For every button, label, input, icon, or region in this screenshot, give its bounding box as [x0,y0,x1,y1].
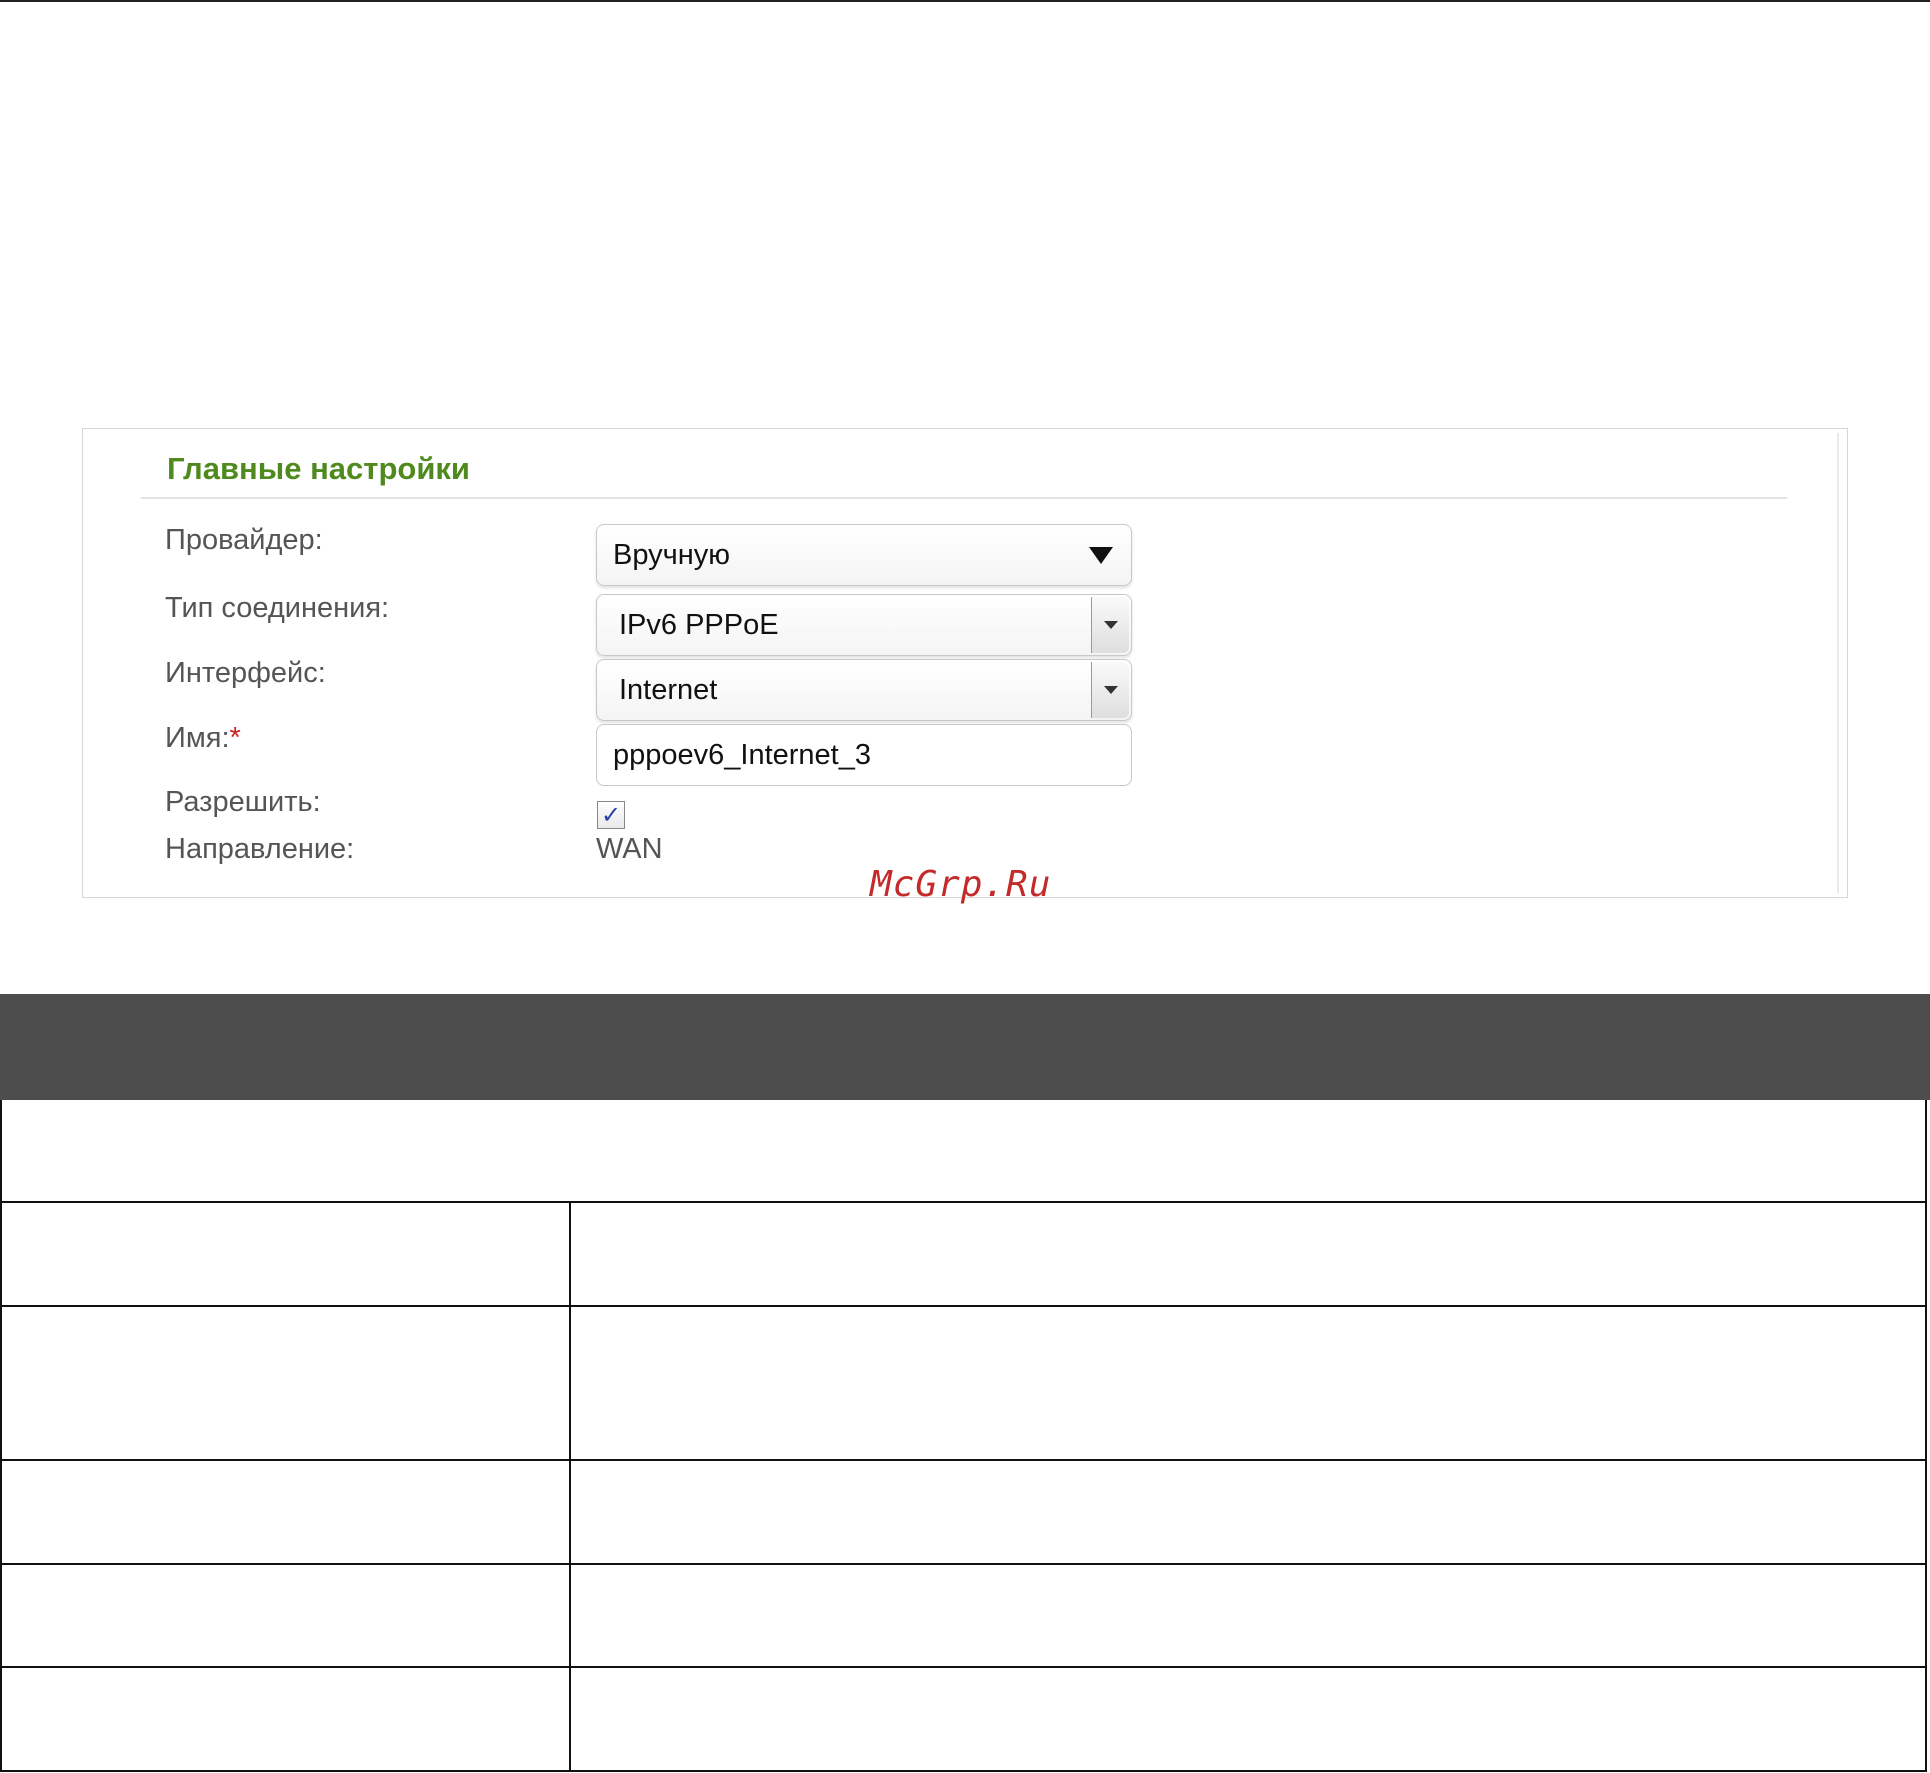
enable-checkbox[interactable]: ✓ [597,801,625,829]
table-header [0,994,1930,1100]
connection-type-select[interactable]: IPv6 PPPoE [596,594,1132,656]
name-input[interactable]: pppoev6_Internet_3 [596,724,1132,786]
panel-divider [141,497,1787,499]
provider-value: Вручную [613,539,731,571]
table-cell [2,1203,571,1305]
direction-label: Направление: [165,833,355,865]
connection-type-label: Тип соединения: [165,592,390,624]
name-input-value: pppoev6_Internet_3 [613,739,871,771]
table-cell [2,1307,571,1459]
interface-select[interactable]: Internet [596,659,1132,721]
watermark: McGrp.Ru [870,864,1052,905]
chevron-down-icon[interactable] [1091,597,1129,653]
connection-type-value: IPv6 PPPoE [619,609,779,641]
panel-scroll-edge [1837,433,1839,893]
table-row [0,1565,1927,1668]
top-rule [0,0,1930,2]
chevron-down-icon[interactable] [1091,662,1129,718]
table-cell [2,1668,571,1770]
provider-label: Провайдер: [165,524,323,556]
table-row [0,1307,1927,1461]
provider-select[interactable]: Вручную [596,524,1132,586]
checkmark-icon: ✓ [600,801,622,829]
direction-value: WAN [596,833,663,865]
dropdown-arrow-icon [1089,547,1113,564]
table-row [0,1203,1927,1307]
interface-label: Интерфейс: [165,657,326,689]
table-row [0,1668,1927,1772]
enable-label: Разрешить: [165,786,321,818]
panel-title: Главные настройки [167,451,470,486]
table-row [0,1461,1927,1565]
main-settings-panel: Главные настройки Провайдер: Вручную Тип… [82,428,1848,898]
interface-value: Internet [619,674,718,706]
table-cell [2,1565,571,1666]
table-row [0,1100,1927,1203]
name-label-text: Имя: [165,722,230,754]
table-cell [2,1461,571,1563]
required-mark: * [229,722,241,754]
name-label: Имя:* [165,722,241,755]
